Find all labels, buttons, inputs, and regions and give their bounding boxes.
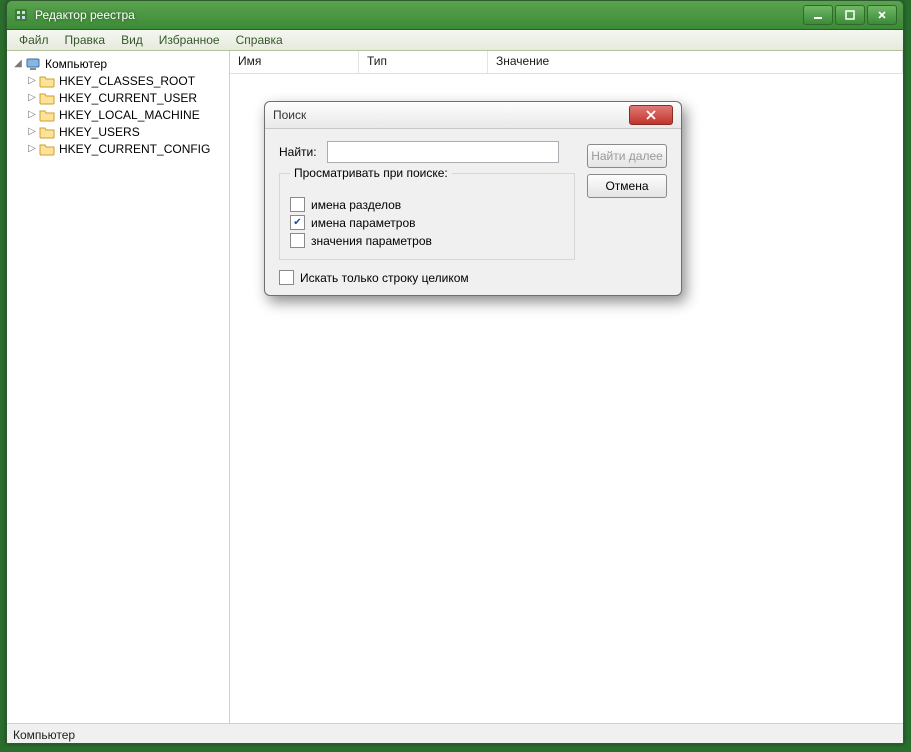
cancel-button[interactable]: Отмена [587,174,667,198]
tree-item-label: HKEY_CURRENT_CONFIG [59,142,210,156]
tree-item[interactable]: ▷ HKEY_USERS [7,123,229,140]
folder-icon [39,124,55,140]
window-title: Редактор реестра [35,8,803,22]
menu-edit[interactable]: Правка [57,31,114,49]
expand-icon[interactable]: ▷ [25,143,39,154]
app-icon [13,7,29,23]
titlebar[interactable]: Редактор реестра [7,1,903,30]
tree-item-label: HKEY_LOCAL_MACHINE [59,108,200,122]
close-button[interactable] [867,5,897,25]
find-input[interactable] [327,141,559,163]
menu-view[interactable]: Вид [113,31,151,49]
menubar: Файл Правка Вид Избранное Справка [7,30,903,51]
tree-item[interactable]: ▷ HKEY_LOCAL_MACHINE [7,106,229,123]
dialog-title: Поиск [273,108,629,122]
checkbox-whole-row[interactable]: Искать только строку целиком [279,270,667,285]
tree-item-label: HKEY_CLASSES_ROOT [59,74,195,88]
dialog-close-button[interactable] [629,105,673,125]
folder-icon [39,73,55,89]
maximize-button[interactable] [835,5,865,25]
look-at-group: Просматривать при поиске: имена разделов… [279,173,575,260]
tree-item[interactable]: ▷ HKEY_CURRENT_CONFIG [7,140,229,157]
checkbox-data-row[interactable]: значения параметров [290,233,564,248]
checkbox-whole[interactable] [279,270,294,285]
tree-root[interactable]: ◢ Компьютер [7,55,229,72]
menu-favorites[interactable]: Избранное [151,31,228,49]
column-name[interactable]: Имя [230,51,359,73]
checkbox-whole-label: Искать только строку целиком [300,271,469,285]
minimize-button[interactable] [803,5,833,25]
checkbox-values[interactable]: ✔ [290,215,305,230]
expand-icon[interactable]: ▷ [25,92,39,103]
tree-pane[interactable]: ◢ Компьютер ▷ HKEY_CLASSES_ROOT ▷ HKEY_CURR… [7,51,230,723]
folder-icon [39,90,55,106]
main-window: Редактор реестра Файл Правка Вид Избранн… [6,0,904,744]
folder-icon [39,107,55,123]
expand-icon[interactable]: ▷ [25,126,39,137]
computer-icon [25,56,41,72]
checkbox-keys-row[interactable]: имена разделов [290,197,564,212]
list-header: Имя Тип Значение [230,51,903,74]
checkbox-keys[interactable] [290,197,305,212]
menu-file[interactable]: Файл [11,31,57,49]
expand-icon[interactable]: ▷ [25,75,39,86]
checkbox-data-label: значения параметров [311,234,432,248]
folder-icon [39,141,55,157]
find-label: Найти: [279,145,327,159]
statusbar: Компьютер [7,723,903,744]
checkbox-values-row[interactable]: ✔ имена параметров [290,215,564,230]
group-legend: Просматривать при поиске: [290,166,452,180]
find-dialog: Поиск Найти: Найти далее Отмена Просматр… [264,101,682,296]
collapse-icon[interactable]: ◢ [11,58,25,69]
find-next-button[interactable]: Найти далее [587,144,667,168]
column-value[interactable]: Значение [488,51,903,73]
statusbar-text: Компьютер [13,728,75,742]
tree-item[interactable]: ▷ HKEY_CURRENT_USER [7,89,229,106]
menu-help[interactable]: Справка [228,31,291,49]
tree-root-label: Компьютер [45,57,107,71]
tree-item-label: HKEY_CURRENT_USER [59,91,197,105]
tree-item[interactable]: ▷ HKEY_CLASSES_ROOT [7,72,229,89]
checkbox-values-label: имена параметров [311,216,416,230]
expand-icon[interactable]: ▷ [25,109,39,120]
checkbox-keys-label: имена разделов [311,198,401,212]
dialog-titlebar[interactable]: Поиск [265,102,681,129]
checkbox-data[interactable] [290,233,305,248]
tree-item-label: HKEY_USERS [59,125,140,139]
column-type[interactable]: Тип [359,51,488,73]
